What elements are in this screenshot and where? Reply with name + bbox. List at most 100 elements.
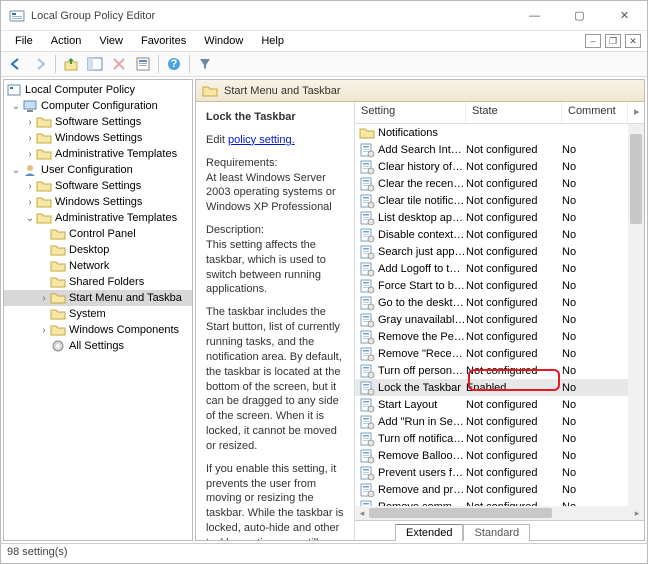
- menu-file[interactable]: File: [7, 33, 41, 49]
- col-setting[interactable]: Setting: [355, 102, 466, 123]
- scroll-right-icon[interactable]: ▸: [630, 508, 644, 519]
- list-row[interactable]: Lock the TaskbarEnabledNo: [355, 379, 644, 396]
- tree-item[interactable]: ›Windows Settings: [4, 194, 192, 210]
- horizontal-scrollbar[interactable]: ◂ ▸: [355, 506, 644, 520]
- expand-icon[interactable]: ›: [38, 293, 50, 304]
- list-row[interactable]: List desktop apps first in the A...Not c…: [355, 209, 644, 226]
- list-row[interactable]: Clear the recent programs list f...Not c…: [355, 175, 644, 192]
- back-button[interactable]: [5, 53, 27, 75]
- minimize-button[interactable]: —: [512, 1, 557, 30]
- list-folder-row[interactable]: Notifications: [355, 124, 644, 141]
- list-row[interactable]: Add Search Internet link to Sta...Not co…: [355, 141, 644, 158]
- tree-item[interactable]: ›Windows Components: [4, 322, 192, 338]
- tree-item[interactable]: All Settings: [4, 338, 192, 354]
- settings-list[interactable]: Setting State Comment ▸ Notifications Ad…: [354, 102, 644, 540]
- scroll-thumb[interactable]: [369, 508, 552, 518]
- list-row[interactable]: Force Start to be either full scr...Not …: [355, 277, 644, 294]
- tree-item[interactable]: › Software Settings: [4, 178, 192, 194]
- tree-item[interactable]: ⌄Administrative Templates: [4, 210, 192, 226]
- expand-icon[interactable]: ›: [24, 197, 36, 208]
- cell-comment: No: [562, 365, 628, 377]
- forward-button[interactable]: [29, 53, 51, 75]
- delete-button[interactable]: [108, 53, 130, 75]
- menu-window[interactable]: Window: [196, 33, 251, 49]
- menu-view[interactable]: View: [91, 33, 131, 49]
- list-row[interactable]: Remove Balloon Tips on Start ...Not conf…: [355, 447, 644, 464]
- expand-icon[interactable]: ›: [24, 133, 36, 144]
- list-row[interactable]: Disable context menus in the S...Not con…: [355, 226, 644, 243]
- tree-item[interactable]: ›Windows Settings: [4, 130, 192, 146]
- expand-icon[interactable]: ›: [24, 149, 36, 160]
- filter-button[interactable]: [194, 53, 216, 75]
- tab-standard[interactable]: Standard: [463, 524, 530, 541]
- expand-icon[interactable]: ›: [38, 325, 50, 336]
- list-row[interactable]: Remove common program gr...Not configure…: [355, 498, 644, 506]
- cell-comment: No: [562, 399, 628, 411]
- cell-setting: Add Search Internet link to Sta...: [378, 144, 466, 156]
- setting-icon: [359, 261, 375, 277]
- list-row[interactable]: Remove and prevent access to...Not confi…: [355, 481, 644, 498]
- list-row[interactable]: Prevent users from customizin...Not conf…: [355, 464, 644, 481]
- list-row[interactable]: Gray unavailable Windows Inst...Not conf…: [355, 311, 644, 328]
- scroll-thumb[interactable]: [630, 134, 642, 224]
- console-tree[interactable]: Local Computer Policy ⌄ Computer Configu…: [3, 79, 193, 541]
- mdi-minimize-button[interactable]: –: [585, 34, 601, 48]
- list-row[interactable]: Clear history of recently opene...Not co…: [355, 158, 644, 175]
- app-icon: [9, 8, 25, 24]
- list-row[interactable]: Clear tile notifications during l...Not …: [355, 192, 644, 209]
- setting-icon: [359, 312, 375, 328]
- list-row[interactable]: Turn off personalized menusNot configure…: [355, 362, 644, 379]
- folder-icon: [36, 146, 52, 162]
- vertical-scrollbar[interactable]: [628, 124, 644, 506]
- cell-setting: Prevent users from customizin...: [378, 467, 466, 479]
- expand-icon[interactable]: ⌄: [24, 213, 36, 224]
- cell-comment: No: [562, 433, 628, 445]
- collapse-icon[interactable]: ⌄: [10, 165, 22, 176]
- expand-icon[interactable]: ›: [24, 181, 36, 192]
- mdi-restore-button[interactable]: ❐: [605, 34, 621, 48]
- col-overflow-icon[interactable]: ▸: [628, 102, 644, 123]
- tree-item[interactable]: Control Panel: [4, 226, 192, 242]
- tree-item[interactable]: › Software Settings: [4, 114, 192, 130]
- list-row[interactable]: Search just apps from the App...Not conf…: [355, 243, 644, 260]
- tab-extended[interactable]: Extended: [395, 524, 463, 541]
- edit-policy-link[interactable]: policy setting.: [228, 134, 295, 146]
- cell-state: Not configured: [466, 246, 562, 258]
- list-row[interactable]: Remove the People Bar from t...Not confi…: [355, 328, 644, 345]
- tree-user-config[interactable]: ⌄ User Configuration: [4, 162, 192, 178]
- col-comment[interactable]: Comment: [562, 102, 628, 123]
- tree-label: Software Settings: [55, 116, 141, 128]
- list-row[interactable]: Turn off notification area clean...Not c…: [355, 430, 644, 447]
- cell-comment: No: [562, 263, 628, 275]
- tree-item[interactable]: Desktop: [4, 242, 192, 258]
- cell-setting: Go to the desktop instead of St...: [378, 297, 466, 309]
- collapse-icon[interactable]: ⌄: [10, 101, 22, 112]
- list-row[interactable]: Start LayoutNot configuredNo: [355, 396, 644, 413]
- col-state[interactable]: State: [466, 102, 562, 123]
- mdi-close-button[interactable]: ✕: [625, 34, 641, 48]
- setting-icon: [359, 278, 375, 294]
- menu-favorites[interactable]: Favorites: [133, 33, 194, 49]
- list-row[interactable]: Go to the desktop instead of St...Not co…: [355, 294, 644, 311]
- tree-label: Software Settings: [55, 180, 141, 192]
- help-button[interactable]: ?: [163, 53, 185, 75]
- close-button[interactable]: ✕: [602, 1, 647, 30]
- tree-item[interactable]: Shared Folders: [4, 274, 192, 290]
- menu-action[interactable]: Action: [43, 33, 90, 49]
- list-row[interactable]: Remove "Recently added" list f...Not con…: [355, 345, 644, 362]
- up-button[interactable]: [60, 53, 82, 75]
- list-row[interactable]: Add "Run in Separate Memory...Not config…: [355, 413, 644, 430]
- show-hide-tree-button[interactable]: [84, 53, 106, 75]
- tree-item[interactable]: ›Start Menu and Taskba: [4, 290, 192, 306]
- expand-icon[interactable]: ›: [24, 117, 36, 128]
- tree-root[interactable]: Local Computer Policy: [4, 82, 192, 98]
- tree-item[interactable]: ›Administrative Templates: [4, 146, 192, 162]
- list-row[interactable]: Add Logoff to the Start MenuNot configur…: [355, 260, 644, 277]
- maximize-button[interactable]: ▢: [557, 1, 602, 30]
- scroll-left-icon[interactable]: ◂: [355, 508, 369, 519]
- menu-help[interactable]: Help: [253, 33, 292, 49]
- tree-computer-config[interactable]: ⌄ Computer Configuration: [4, 98, 192, 114]
- properties-button[interactable]: [132, 53, 154, 75]
- tree-item[interactable]: Network: [4, 258, 192, 274]
- tree-item[interactable]: System: [4, 306, 192, 322]
